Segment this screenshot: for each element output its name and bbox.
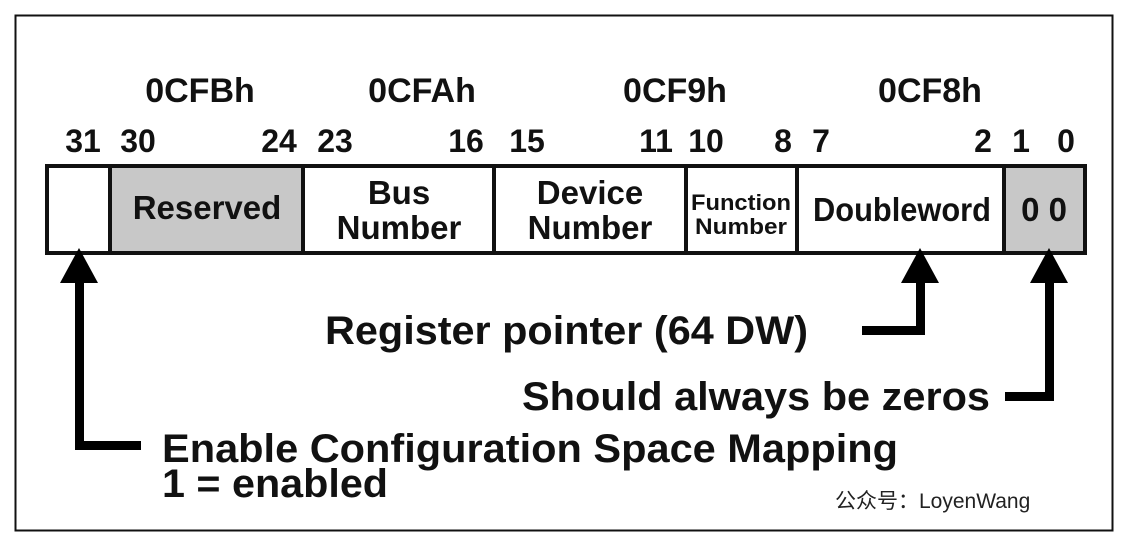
bus-label-1: Bus (368, 174, 430, 211)
bit-0: 0 (1057, 123, 1075, 159)
device-label-1: Device (537, 174, 643, 211)
bit-24: 24 (261, 123, 297, 159)
bit-8: 8 (774, 123, 792, 159)
address-0cfa: 0CFAh (368, 72, 476, 110)
bit-11: 11 (639, 123, 673, 159)
zeros-note: Should always be zeros (522, 375, 990, 419)
bit-15: 15 (509, 123, 545, 159)
bit-30: 30 (120, 123, 156, 159)
cell-enable (45, 164, 112, 255)
register-pointer-note: Register pointer (64 DW) (325, 309, 808, 353)
bit-7: 7 (812, 123, 830, 159)
address-0cf8: 0CF8h (878, 72, 982, 110)
address-0cfb: 0CFBh (145, 72, 255, 110)
address-0cf9: 0CF9h (623, 72, 727, 110)
bit-10: 10 (688, 123, 724, 159)
device-label-2: Number (528, 209, 653, 246)
bus-label-2: Number (337, 209, 462, 246)
function-label-2: Number (695, 214, 787, 239)
doubleword-label: Doubleword (813, 191, 991, 228)
config-address-register-diagram: 0CFBh 0CFAh 0CF9h 0CF8h 31 30 24 23 16 1… (14, 14, 1114, 532)
bit-1: 1 (1012, 123, 1030, 159)
zeros-label: 0 0 (1021, 191, 1067, 228)
function-label-1: Function (691, 190, 791, 215)
bit-16: 16 (448, 123, 484, 159)
bit-2: 2 (974, 123, 992, 159)
enable-note-line2: 1 = enabled (162, 462, 388, 506)
reserved-label: Reserved (133, 189, 282, 226)
bit-23: 23 (317, 123, 353, 159)
watermark: 公众号：LoyenWang (835, 490, 1030, 513)
bit-31: 31 (65, 123, 101, 159)
